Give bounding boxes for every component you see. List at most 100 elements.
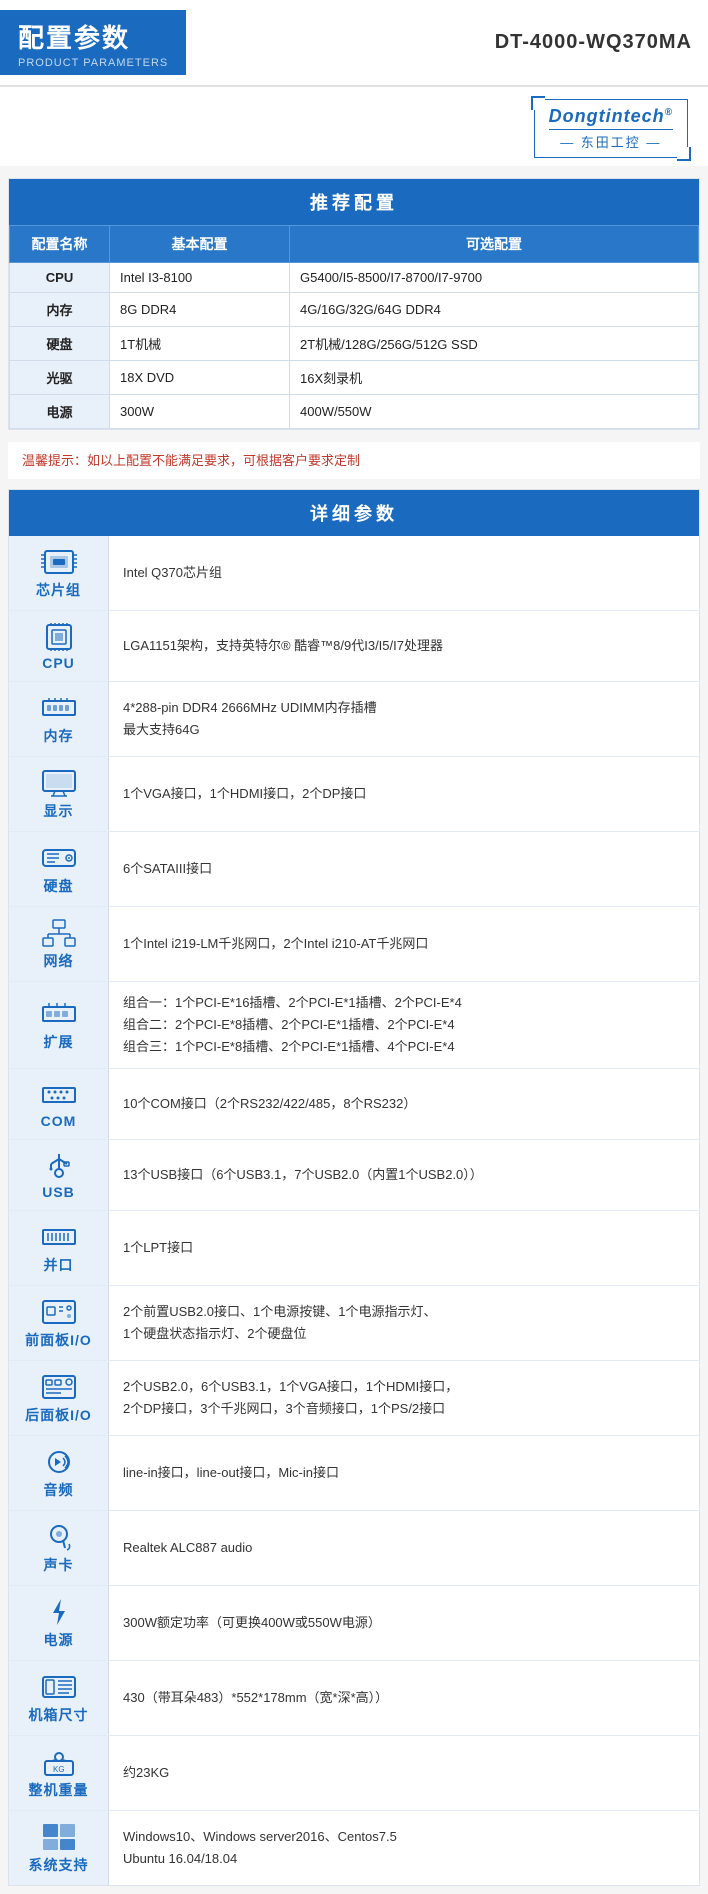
detail-label: 并口 xyxy=(44,1255,74,1275)
weight-icon: KG xyxy=(40,1746,78,1778)
detail-row: 音频 line-in接口，line-out接口，Mic-in接口 xyxy=(9,1436,699,1511)
detail-label: COM xyxy=(41,1113,77,1129)
detail-section: 详细参数 芯片组 Intel Q370芯片组 CPU LGA1151架构，支持英… xyxy=(8,489,700,1886)
detail-row: USB 13个USB接口（6个USB3.1，7个USB2.0（内置1个USB2.… xyxy=(9,1140,699,1211)
sound-card-icon xyxy=(40,1521,78,1553)
detail-icon-cell: USB xyxy=(9,1140,109,1210)
detail-icon-cell: 前面板I/O xyxy=(9,1286,109,1360)
col-name: 配置名称 xyxy=(10,226,110,263)
detail-row: 芯片组 Intel Q370芯片组 xyxy=(9,536,699,611)
header-left: 配置参数 PRODUCT PARAMETERS xyxy=(0,10,186,75)
chipset-icon xyxy=(40,546,78,578)
detail-content: 4*288-pin DDR4 2666MHz UDIMM内存插槽最大支持64G xyxy=(109,682,699,756)
detail-row: 机箱尺寸 430（带耳朵483）*552*178mm（宽*深*高）） xyxy=(9,1661,699,1736)
detail-icon-cell: 音频 xyxy=(9,1436,109,1510)
front-io-icon xyxy=(40,1296,78,1328)
network-icon xyxy=(40,917,78,949)
detail-icon-cell: 扩展 xyxy=(9,982,109,1068)
page-subtitle: PRODUCT PARAMETERS xyxy=(18,57,168,69)
detail-icon-cell: 系统支持 xyxy=(9,1811,109,1885)
logo-area: Dongtintech® — 东田工控 — xyxy=(0,87,708,166)
detail-label: 整机重量 xyxy=(29,1780,89,1800)
detail-label: 后面板I/O xyxy=(25,1405,92,1425)
recommended-table: 配置名称 基本配置 可选配置 CPUIntel I3-8100G5400/I5-… xyxy=(9,225,699,429)
rec-row: 电源300W400W/550W xyxy=(10,395,699,429)
detail-icon-cell: 声卡 xyxy=(9,1511,109,1585)
recommended-title: 推荐配置 xyxy=(9,179,699,225)
detail-icon-cell: 电源 xyxy=(9,1586,109,1660)
audio-icon xyxy=(40,1446,78,1478)
detail-label: 声卡 xyxy=(44,1555,74,1575)
brand-cn: — 东田工控 — xyxy=(549,129,673,151)
detail-content: 1个LPT接口 xyxy=(109,1211,699,1285)
detail-icon-cell: 硬盘 xyxy=(9,832,109,906)
com-icon xyxy=(40,1079,78,1111)
detail-content: LGA1151架构，支持英特尔® 酷睿™8/9代I3/I5/I7处理器 xyxy=(109,611,699,681)
detail-label: 硬盘 xyxy=(44,876,74,896)
page-title: 配置参数 xyxy=(18,18,168,55)
detail-content: 10个COM接口（2个RS232/422/485，8个RS232） xyxy=(109,1069,699,1139)
detail-row: 系统支持 Windows10、Windows server2016、Centos… xyxy=(9,1811,699,1885)
detail-content: 430（带耳朵483）*552*178mm（宽*深*高）） xyxy=(109,1661,699,1735)
rear-io-icon xyxy=(40,1371,78,1403)
detail-label: 音频 xyxy=(44,1480,74,1500)
detail-icon-cell: CPU xyxy=(9,611,109,681)
rec-row: 内存8G DDR44G/16G/32G/64G DDR4 xyxy=(10,293,699,327)
detail-row: KG 整机重量 约23KG xyxy=(9,1736,699,1811)
display-icon xyxy=(40,767,78,799)
detail-content: 13个USB接口（6个USB3.1，7个USB2.0（内置1个USB2.0）） xyxy=(109,1140,699,1210)
detail-content: Realtek ALC887 audio xyxy=(109,1511,699,1585)
header: 配置参数 PRODUCT PARAMETERS DT-4000-WQ370MA xyxy=(0,0,708,87)
detail-row: 后面板I/O 2个USB2.0，6个USB3.1，1个VGA接口，1个HDMI接… xyxy=(9,1361,699,1436)
detail-content: 1个Intel i219-LM千兆网口，2个Intel i210-AT千兆网口 xyxy=(109,907,699,981)
recommended-section: 推荐配置 配置名称 基本配置 可选配置 CPUIntel I3-8100G540… xyxy=(8,178,700,430)
cpu-icon xyxy=(40,621,78,653)
detail-title: 详细参数 xyxy=(9,490,699,536)
rec-row: 硬盘1T机械2T机械/128G/256G/512G SSD xyxy=(10,327,699,361)
detail-content: 300W额定功率（可更换400W或550W电源） xyxy=(109,1586,699,1660)
detail-row: 扩展 组合一：1个PCI-E*16插槽、2个PCI-E*1插槽、2个PCI-E*… xyxy=(9,982,699,1069)
detail-icon-cell: 后面板I/O xyxy=(9,1361,109,1435)
detail-row: COM 10个COM接口（2个RS232/422/485，8个RS232） xyxy=(9,1069,699,1140)
detail-content: 1个VGA接口，1个HDMI接口，2个DP接口 xyxy=(109,757,699,831)
expansion-icon xyxy=(40,998,78,1030)
detail-content: 2个前置USB2.0接口、1个电源按键、1个电源指示灯、1个硬盘状态指示灯、2个… xyxy=(109,1286,699,1360)
rec-row: CPUIntel I3-8100G5400/I5-8500/I7-8700/I7… xyxy=(10,263,699,293)
warm-tip: 温馨提示：如以上配置不能满足要求，可根据客户要求定制 xyxy=(8,442,700,479)
detail-content: 2个USB2.0，6个USB3.1，1个VGA接口，1个HDMI接口，2个DP接… xyxy=(109,1361,699,1435)
detail-content: Windows10、Windows server2016、Centos7.5Ub… xyxy=(109,1811,699,1885)
chassis-icon xyxy=(40,1671,78,1703)
hdd-icon xyxy=(40,842,78,874)
detail-row: CPU LGA1151架构，支持英特尔® 酷睿™8/9代I3/I5/I7处理器 xyxy=(9,611,699,682)
detail-row: 前面板I/O 2个前置USB2.0接口、1个电源按键、1个电源指示灯、1个硬盘状… xyxy=(9,1286,699,1361)
detail-icon-cell: COM xyxy=(9,1069,109,1139)
detail-label: 前面板I/O xyxy=(25,1330,92,1350)
brand-name: Dongtintech® xyxy=(549,106,673,127)
rec-row: 光驱18X DVD16X刻录机 xyxy=(10,361,699,395)
detail-label: 扩展 xyxy=(44,1032,74,1052)
detail-content: 组合一：1个PCI-E*16插槽、2个PCI-E*1插槽、2个PCI-E*4组合… xyxy=(109,982,699,1068)
detail-label: 网络 xyxy=(44,951,74,971)
detail-label: 显示 xyxy=(44,801,74,821)
memory-icon xyxy=(40,692,78,724)
detail-label: 芯片组 xyxy=(36,580,81,600)
detail-row: 内存 4*288-pin DDR4 2666MHz UDIMM内存插槽最大支持6… xyxy=(9,682,699,757)
detail-label: 系统支持 xyxy=(29,1855,89,1875)
svg-text:KG: KG xyxy=(53,1765,65,1774)
detail-label: CPU xyxy=(42,655,75,671)
usb-icon xyxy=(40,1150,78,1182)
detail-icon-cell: 机箱尺寸 xyxy=(9,1661,109,1735)
col-basic: 基本配置 xyxy=(110,226,290,263)
detail-label: 机箱尺寸 xyxy=(29,1705,89,1725)
detail-label: USB xyxy=(42,1184,75,1200)
detail-row: 声卡 Realtek ALC887 audio xyxy=(9,1511,699,1586)
detail-content: Intel Q370芯片组 xyxy=(109,536,699,610)
power-icon xyxy=(40,1596,78,1628)
detail-content: 6个SATAIII接口 xyxy=(109,832,699,906)
parallel-icon xyxy=(40,1221,78,1253)
detail-content: 约23KG xyxy=(109,1736,699,1810)
os-icon xyxy=(40,1821,78,1853)
detail-row: 并口 1个LPT接口 xyxy=(9,1211,699,1286)
detail-icon-cell: KG 整机重量 xyxy=(9,1736,109,1810)
detail-icon-cell: 内存 xyxy=(9,682,109,756)
